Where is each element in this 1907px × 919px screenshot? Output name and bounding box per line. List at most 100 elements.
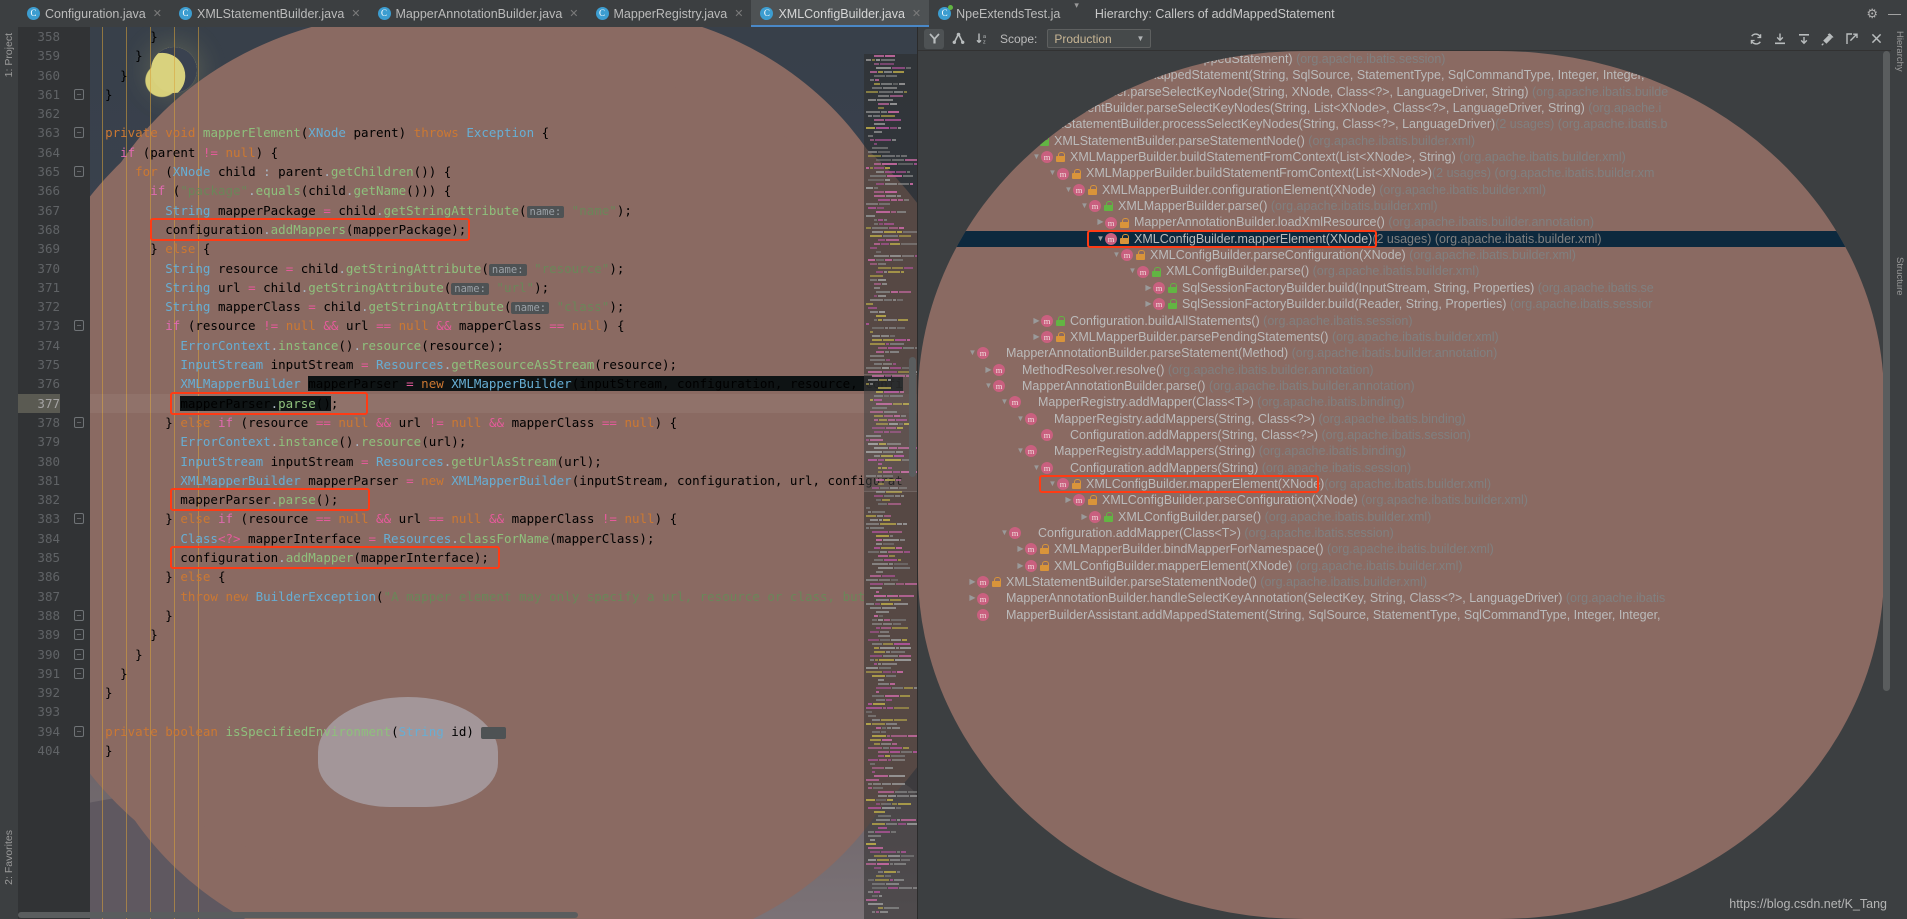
hierarchy-tree-row[interactable]: ▶ m XMLStatementBuilder.parseStatementNode… bbox=[918, 574, 1884, 590]
hierarchy-tree-row[interactable]: ▶ m XMLConfigBuilder.parseConfiguration(XN… bbox=[918, 492, 1884, 508]
scrollbar-thumb[interactable] bbox=[909, 357, 916, 477]
code-line[interactable]: XMLMapperBuilder mapperParser = new XMLM… bbox=[90, 374, 917, 393]
code-line[interactable]: XMLMapperBuilder mapperParser = new XMLM… bbox=[90, 471, 917, 490]
chevron-down-icon[interactable]: ▼ bbox=[1000, 394, 1009, 410]
chevron-down-icon[interactable]: ▼ bbox=[968, 84, 977, 100]
chevron-down-icon[interactable]: ▼ bbox=[1112, 247, 1121, 263]
pin-icon[interactable] bbox=[1818, 29, 1838, 49]
code-line[interactable]: mapperParser.parse(); bbox=[90, 393, 917, 413]
code-line[interactable]: } bbox=[90, 683, 917, 702]
chevron-down-icon[interactable]: ▼ bbox=[984, 100, 993, 116]
code-line[interactable]: } else if (resource == null && url == nu… bbox=[90, 509, 917, 528]
code-line[interactable]: } else if (resource == null && url != nu… bbox=[90, 413, 917, 432]
sidebar-item-structure[interactable]: Structure bbox=[1894, 257, 1905, 296]
hierarchy-tree-row[interactable]: ▶ m SqlSessionFactoryBuilder.build(InputSt… bbox=[918, 280, 1884, 296]
hierarchy-tree-row[interactable]: ▼ m XMLStatementBuilder.parseSelectKeyNode… bbox=[918, 84, 1884, 100]
subtype-hierarchy-icon[interactable] bbox=[948, 29, 968, 49]
fold-toggle-icon[interactable]: − bbox=[68, 509, 90, 528]
hierarchy-tree-row[interactable]: ▶ m XMLMapperBuilder.parsePendingStatement… bbox=[918, 329, 1884, 345]
hierarchy-tree-row[interactable]: ▼ m MapperRegistry.addMapper(Class<T>) (or… bbox=[918, 394, 1884, 410]
code-line[interactable]: } bbox=[90, 85, 917, 104]
fold-toggle-icon[interactable]: − bbox=[68, 722, 90, 741]
chevron-down-icon[interactable]: ▼ bbox=[1032, 460, 1041, 476]
chevron-down-icon[interactable]: ▼ bbox=[984, 378, 993, 394]
code-line[interactable]: } else { bbox=[90, 239, 917, 258]
code-text-column[interactable]: } } } } private void mapperElement(XNode… bbox=[90, 27, 917, 919]
hierarchy-tree-row[interactable]: ▼ m MapperAnnotationBuilder.parse() (org.a… bbox=[918, 378, 1884, 394]
hierarchy-tree-row[interactable]: ▼ m MapperRegistry.addMappers(String) (org… bbox=[918, 443, 1884, 459]
hierarchy-tree-row[interactable]: ▼ m XMLMapperBuilder.buildStatementFromCon… bbox=[918, 165, 1884, 181]
hierarchy-tree-row[interactable]: m Configuration.addMappers(String, Class<… bbox=[918, 427, 1884, 443]
chevron-right-icon[interactable]: ▶ bbox=[1032, 313, 1041, 329]
code-line[interactable]: mapperParser.parse(); bbox=[90, 490, 917, 509]
scrollbar-thumb[interactable] bbox=[1883, 51, 1890, 691]
hierarchy-tree-row[interactable]: ▶ m Configuration.buildAllStatements() (or… bbox=[918, 313, 1884, 329]
code-line[interactable]: } bbox=[90, 66, 917, 85]
editor-vertical-scrollbar[interactable] bbox=[907, 27, 917, 919]
code-line[interactable]: } bbox=[90, 625, 917, 644]
hierarchy-tree-row[interactable]: ▶ m SqlSessionFactoryBuilder.build(Reader,… bbox=[918, 296, 1884, 312]
sidebar-item-hierarchy[interactable]: Hierarchy bbox=[1894, 31, 1905, 72]
chevron-right-icon[interactable]: ▶ bbox=[1080, 509, 1089, 525]
hierarchy-tree-row[interactable]: ▶ m MethodResolver.resolve() (org.apache.i… bbox=[918, 362, 1884, 378]
fold-toggle-icon[interactable]: − bbox=[68, 316, 90, 335]
chevron-down-icon[interactable]: ▼ bbox=[1128, 263, 1137, 279]
callee-hierarchy-icon[interactable] bbox=[924, 28, 944, 49]
scrollbar-thumb[interactable] bbox=[18, 912, 578, 918]
code-line[interactable]: ErrorContext.instance().resource(resourc… bbox=[90, 336, 917, 355]
code-line[interactable]: configuration.addMapper(mapperInterface)… bbox=[90, 548, 917, 567]
hierarchy-tree-row[interactable]: ▼ m XMLMapperBuilder.buildStatementFromCon… bbox=[918, 149, 1884, 165]
chevron-right-icon[interactable]: ▶ bbox=[1016, 541, 1025, 557]
chevron-down-icon[interactable]: ▼ bbox=[1048, 165, 1057, 181]
code-line[interactable]: } bbox=[90, 606, 917, 625]
code-editor[interactable]: ✦ ✦ ✦ 3583593603613623633643653663673683… bbox=[18, 27, 917, 919]
chevron-down-icon[interactable]: ▼ bbox=[1016, 411, 1025, 427]
editor-horizontal-scrollbar[interactable] bbox=[18, 911, 917, 919]
chevron-right-icon[interactable]: ▶ bbox=[968, 590, 977, 606]
hierarchy-tree-row[interactable]: m MapperBuilderAssistant.addMappedStateme… bbox=[918, 607, 1884, 623]
editor-tab-0[interactable]: C Configuration.java ✕ bbox=[18, 0, 170, 27]
fold-gutter[interactable]: − − − − − − − − − − − bbox=[68, 27, 90, 919]
code-line[interactable] bbox=[90, 702, 917, 721]
code-line[interactable]: } bbox=[90, 46, 917, 65]
code-area[interactable]: 358 359 360 361 362 363 364 365 366 367 368 369 370 3… bbox=[18, 27, 917, 919]
code-line[interactable]: ErrorContext.instance().resource(url); bbox=[90, 432, 917, 451]
hierarchy-tree-row[interactable]: ▼ m XMLStatementBuilder.parseStatementNode… bbox=[918, 133, 1884, 149]
chevron-down-icon[interactable]: ▼ bbox=[1096, 231, 1105, 247]
chevron-right-icon[interactable]: ▶ bbox=[1032, 329, 1041, 345]
sidebar-item-project[interactable]: 1: Project bbox=[3, 33, 15, 77]
hierarchy-vertical-scrollbar[interactable] bbox=[1881, 51, 1891, 919]
chevron-right-icon[interactable]: ▶ bbox=[1016, 558, 1025, 574]
code-line[interactable]: } bbox=[90, 645, 917, 664]
hierarchy-tree-row[interactable]: ▼ m MapperRegistry.addMappers(String, Clas… bbox=[918, 411, 1884, 427]
chevron-right-icon[interactable]: ▶ bbox=[968, 574, 977, 590]
hierarchy-tree-row[interactable]: ▶ m MapperAnnotationBuilder.handleSelectKe… bbox=[918, 590, 1884, 606]
chevron-down-icon[interactable]: ▼ bbox=[936, 51, 945, 67]
fold-toggle-icon[interactable]: − bbox=[68, 645, 90, 664]
chevron-down-icon[interactable]: ▼ bbox=[1000, 116, 1009, 132]
fold-toggle-icon[interactable]: − bbox=[68, 625, 90, 644]
code-line[interactable]: String mapperClass = child.getStringAttr… bbox=[90, 297, 917, 316]
code-line[interactable]: if (resource != null && url == null && m… bbox=[90, 316, 917, 335]
code-line[interactable]: private boolean isSpecifiedEnvironment(S… bbox=[90, 722, 917, 741]
code-line[interactable]: } bbox=[90, 27, 917, 46]
code-line[interactable]: configuration.addMappers(mapperPackage); bbox=[90, 220, 917, 239]
scope-select[interactable]: Production ▼ bbox=[1047, 29, 1152, 48]
hierarchy-tree-row[interactable]: ▼ m MapperAnnotationBuilder.parseStatement… bbox=[918, 345, 1884, 361]
sidebar-item-favorites[interactable]: 2: Favorites bbox=[3, 830, 15, 885]
code-line[interactable]: if (parent != null) { bbox=[90, 143, 917, 162]
hierarchy-tree-row[interactable]: ▼ m XMLConfigBuilder.mapperElement(XNode)(… bbox=[918, 230, 1884, 248]
minimize-icon[interactable]: — bbox=[1888, 6, 1901, 21]
fold-toggle-icon[interactable]: − bbox=[68, 85, 90, 104]
code-line[interactable]: } bbox=[90, 664, 917, 683]
code-line[interactable]: String resource = child.getStringAttribu… bbox=[90, 259, 917, 278]
refresh-icon[interactable] bbox=[1746, 29, 1766, 49]
hierarchy-tree-row[interactable]: ▶ m MapperAnnotationBuilder.loadXmlResourc… bbox=[918, 214, 1884, 230]
collapse-all-icon[interactable] bbox=[1794, 29, 1814, 49]
code-line[interactable]: } bbox=[90, 741, 917, 760]
editor-tab-2[interactable]: C MapperAnnotationBuilder.java ✕ bbox=[369, 0, 587, 27]
code-line[interactable]: } else { bbox=[90, 567, 917, 586]
gear-icon[interactable]: ⚙ bbox=[1866, 6, 1878, 22]
chevron-right-icon[interactable]: ▶ bbox=[1064, 492, 1073, 508]
fold-toggle-icon[interactable]: − bbox=[68, 162, 90, 181]
